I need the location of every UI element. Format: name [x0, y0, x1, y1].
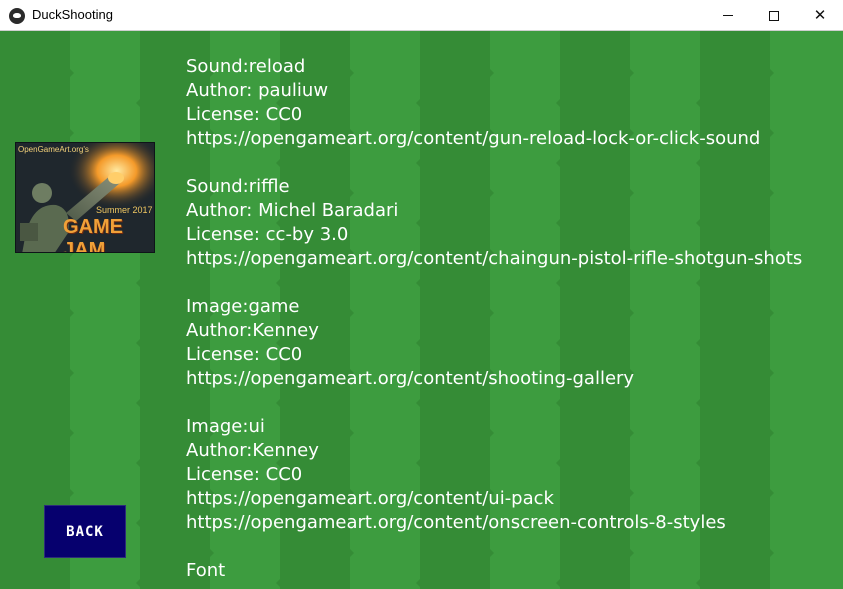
grass-notch — [70, 369, 74, 377]
app-icon — [9, 8, 25, 24]
credit-link[interactable]: https://opengameart.org/content/chaingun… — [186, 247, 836, 271]
credit-line: Image:ui — [186, 416, 265, 437]
credit-line: Author:Kenney — [186, 440, 319, 461]
credit-block: Image:game Author:Kenney License: CC0 https… — [186, 295, 836, 391]
minimize-button[interactable] — [705, 0, 751, 31]
credit-line: Author: Michel Baradari — [186, 200, 399, 221]
badge-year-text: Summer 2017 — [96, 205, 153, 215]
maximize-button[interactable] — [751, 0, 797, 31]
credit-line: Author: pauliuw — [186, 80, 329, 101]
credit-line: License: CC0 — [186, 104, 303, 125]
grass-notch — [136, 579, 140, 587]
grass-notch — [136, 399, 140, 407]
window-title: DuckShooting — [32, 7, 113, 22]
credit-link[interactable]: https://opengameart.org/content/ui-pack — [186, 487, 836, 511]
grass-notch — [70, 129, 74, 137]
credit-line: Image:game — [186, 296, 300, 317]
back-button[interactable]: BACK — [44, 505, 126, 558]
minimize-icon — [723, 15, 733, 16]
credit-line: License: cc-by 3.0 — [186, 224, 349, 245]
grass-notch — [70, 429, 74, 437]
badge-top-text: OpenGameArt.org's — [18, 145, 89, 154]
credit-line: Author:Kenney — [186, 320, 319, 341]
grass-notch — [136, 459, 140, 467]
grass-notch — [136, 519, 140, 527]
credit-block: Font — [186, 559, 836, 583]
credit-line: License: CC0 — [186, 344, 303, 365]
credit-line: Sound:reload — [186, 56, 306, 77]
credit-link[interactable]: https://opengameart.org/content/gun-relo… — [186, 127, 836, 151]
credit-link[interactable]: https://opengameart.org/content/onscreen… — [186, 511, 836, 535]
title-bar: DuckShooting ✕ — [0, 0, 843, 31]
grass-notch — [70, 309, 74, 317]
game-jam-badge: OpenGameArt.org's Summer 2017 GAME JAM — [15, 142, 155, 253]
grass-notch — [136, 99, 140, 107]
credit-line: License: CC0 — [186, 464, 303, 485]
badge-title-text: GAME JAM — [63, 216, 123, 253]
credit-line: Font — [186, 560, 226, 581]
grass-notch — [70, 69, 74, 77]
game-area: OpenGameArt.org's Summer 2017 GAME JAM S… — [0, 31, 843, 589]
grass-notch — [70, 489, 74, 497]
credit-line: Sound:riffle — [186, 176, 290, 197]
credit-link[interactable]: https://opengameart.org/content/shooting… — [186, 367, 836, 391]
grass-notch — [136, 339, 140, 347]
close-button[interactable]: ✕ — [797, 0, 843, 31]
credit-block: Image:ui Author:Kenney License: CC0 https:/… — [186, 415, 836, 535]
credit-block: Sound:reload Author: pauliuw License: CC0 h… — [186, 55, 836, 151]
grass-notch — [136, 279, 140, 287]
maximize-icon — [769, 10, 779, 21]
credit-block: Sound:riffle Author: Michel Baradari Licen… — [186, 175, 836, 271]
close-icon: ✕ — [813, 6, 827, 24]
credits-list: Sound:reload Author: pauliuw License: CC0 h… — [186, 55, 836, 589]
